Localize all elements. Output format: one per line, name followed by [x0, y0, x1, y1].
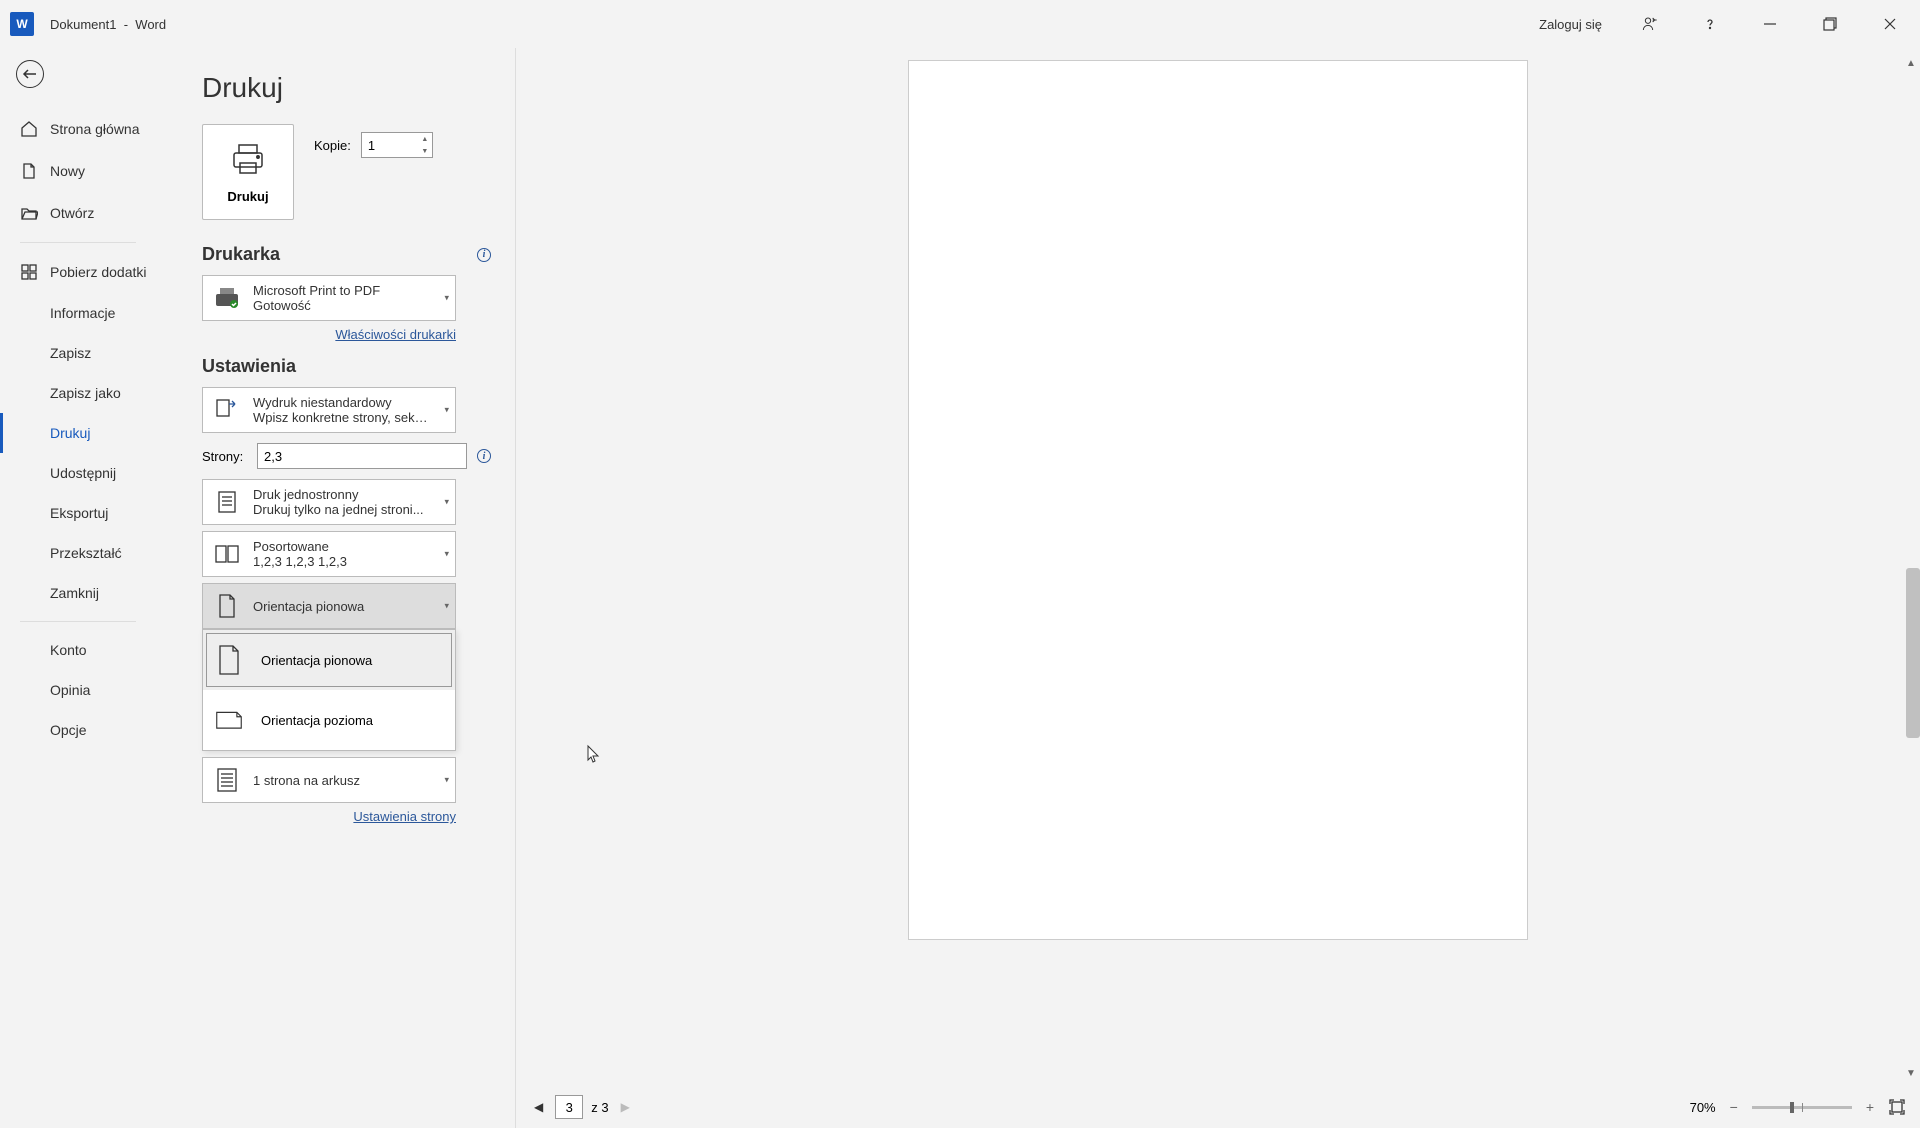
- next-page-button[interactable]: ▶: [617, 1098, 634, 1116]
- nav-save[interactable]: Zapisz: [0, 333, 156, 373]
- printer-section-title: Drukarka i: [202, 244, 491, 265]
- sides-dropdown[interactable]: Druk jednostronny Drukuj tylko na jednej…: [202, 479, 456, 525]
- printer-properties-link[interactable]: Właściwości drukarki: [202, 327, 456, 342]
- nav-account[interactable]: Konto: [0, 630, 156, 670]
- nav-open[interactable]: Otwórz: [0, 192, 156, 234]
- orientation-dropdown[interactable]: Orientacja pionowa ▾: [202, 583, 456, 629]
- zoom-slider[interactable]: [1752, 1106, 1852, 1109]
- nav-new[interactable]: Nowy: [0, 150, 156, 192]
- help-icon[interactable]: [1690, 4, 1730, 44]
- backstage-sidebar: Strona główna Nowy Otwórz Pobierz dodatk…: [0, 48, 156, 1128]
- chevron-down-icon: ▾: [444, 405, 449, 416]
- portrait-icon: [213, 592, 241, 620]
- nav-transform[interactable]: Przekształć: [0, 533, 156, 573]
- nav-saveas[interactable]: Zapisz jako: [0, 373, 156, 413]
- document-title: Dokument1 - Word: [50, 17, 166, 32]
- scroll-down-button[interactable]: ▼: [1904, 1066, 1918, 1080]
- page-side-icon: [213, 488, 241, 516]
- print-what-dropdown[interactable]: Wydruk niestandardowy Wpisz konkretne st…: [202, 387, 456, 433]
- document-icon: [213, 396, 241, 424]
- home-icon: [20, 120, 38, 138]
- word-app-icon: W: [10, 12, 34, 36]
- open-icon: [20, 204, 38, 222]
- chevron-down-icon: ▾: [444, 293, 449, 304]
- maximize-button[interactable]: [1810, 4, 1850, 44]
- zoom-to-fit-button[interactable]: [1888, 1098, 1906, 1116]
- print-title: Drukuj: [202, 72, 491, 104]
- collate-icon: [213, 540, 241, 568]
- nav-share[interactable]: Udostępnij: [0, 453, 156, 493]
- zoom-out-button[interactable]: −: [1726, 1099, 1742, 1115]
- print-button[interactable]: Drukuj: [202, 124, 294, 220]
- new-icon: [20, 162, 38, 180]
- pages-input[interactable]: [257, 443, 467, 469]
- copies-up-button[interactable]: ▲: [418, 133, 432, 145]
- pages-label: Strony:: [202, 449, 247, 464]
- print-panel: Drukuj Drukuj Kopie: ▲ ▼: [156, 48, 516, 1128]
- nav-feedback[interactable]: Opinia: [0, 670, 156, 710]
- prev-page-button[interactable]: ◀: [530, 1098, 547, 1116]
- close-button[interactable]: [1870, 4, 1910, 44]
- nav-options[interactable]: Opcje: [0, 710, 156, 750]
- pages-per-sheet-dropdown[interactable]: 1 strona na arkusz ▾: [202, 757, 456, 803]
- settings-section-title: Ustawienia: [202, 356, 491, 377]
- chevron-down-icon: ▾: [444, 775, 449, 786]
- pages-info-icon[interactable]: i: [477, 449, 491, 463]
- page-setup-link[interactable]: Ustawienia strony: [202, 809, 456, 824]
- chevron-down-icon: ▾: [444, 497, 449, 508]
- minimize-button[interactable]: [1750, 4, 1790, 44]
- preview-footer: ◀ z 3 ▶ 70% − +: [516, 1086, 1920, 1128]
- chevron-down-icon: ▾: [444, 601, 449, 612]
- account-manager-icon[interactable]: [1630, 4, 1670, 44]
- scroll-up-button[interactable]: ▲: [1904, 56, 1918, 70]
- printer-device-icon: [213, 284, 241, 312]
- orientation-popup: Orientacja pionowa Orientacja pozioma: [202, 629, 456, 751]
- printer-dropdown[interactable]: Microsoft Print to PDF Gotowość ▾: [202, 275, 456, 321]
- landscape-icon: [215, 704, 243, 736]
- back-button[interactable]: [16, 60, 44, 88]
- nav-home[interactable]: Strona główna: [0, 108, 156, 150]
- copies-down-button[interactable]: ▼: [418, 145, 432, 157]
- addins-icon: [20, 263, 38, 281]
- orientation-portrait-option[interactable]: Orientacja pionowa: [203, 630, 455, 690]
- signin-button[interactable]: Zaloguj się: [1531, 13, 1610, 36]
- printer-icon: [230, 141, 266, 177]
- current-page-input[interactable]: [555, 1095, 583, 1119]
- pages-per-sheet-icon: [213, 766, 241, 794]
- portrait-icon: [215, 644, 243, 676]
- print-preview-area: ▲ ▼ ◀ z 3 ▶ 70% −: [516, 48, 1920, 1128]
- zoom-percent[interactable]: 70%: [1690, 1100, 1716, 1115]
- scrollbar-thumb[interactable]: [1906, 568, 1920, 738]
- nav-export[interactable]: Eksportuj: [0, 493, 156, 533]
- orientation-landscape-option[interactable]: Orientacja pozioma: [203, 690, 455, 750]
- page-total-label: z 3: [591, 1100, 608, 1115]
- nav-print[interactable]: Drukuj: [0, 413, 156, 453]
- nav-close[interactable]: Zamknij: [0, 573, 156, 613]
- nav-addins[interactable]: Pobierz dodatki: [0, 251, 156, 293]
- printer-info-icon[interactable]: i: [477, 248, 491, 262]
- titlebar: W Dokument1 - Word Zaloguj się: [0, 0, 1920, 48]
- copies-label: Kopie:: [314, 138, 351, 153]
- nav-info[interactable]: Informacje: [0, 293, 156, 333]
- zoom-in-button[interactable]: +: [1862, 1099, 1878, 1115]
- page-preview: [908, 60, 1528, 940]
- chevron-down-icon: ▾: [444, 549, 449, 560]
- collate-dropdown[interactable]: Posortowane 1,2,3 1,2,3 1,2,3 ▾: [202, 531, 456, 577]
